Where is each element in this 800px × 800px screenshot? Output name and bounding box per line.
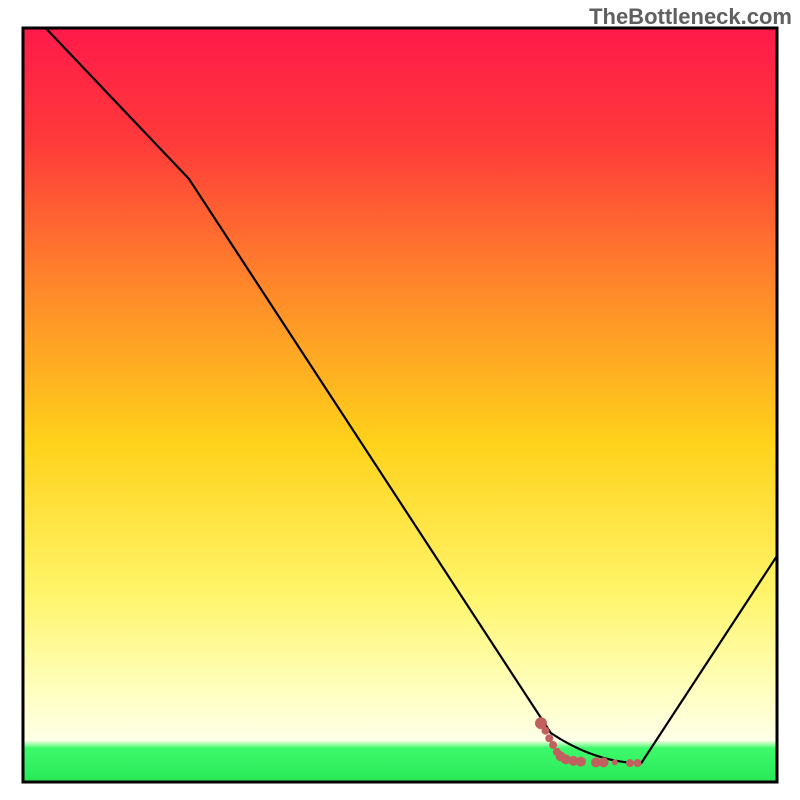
- gradient-background: [23, 28, 777, 782]
- scatter-point: [634, 759, 642, 767]
- chart-canvas: [0, 0, 800, 800]
- scatter-point: [576, 757, 586, 767]
- scatter-point: [626, 759, 634, 767]
- scatter-point: [612, 759, 618, 765]
- scatter-point: [542, 727, 550, 735]
- scatter-point: [545, 734, 553, 742]
- scatter-point: [599, 757, 609, 767]
- scatter-point: [549, 741, 557, 749]
- watermark-text: TheBottleneck.com: [589, 4, 792, 30]
